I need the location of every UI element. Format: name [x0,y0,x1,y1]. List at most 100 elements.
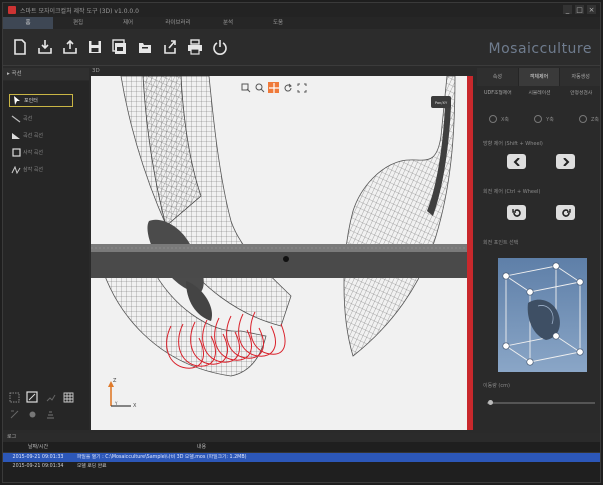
tool-square[interactable]: 사각 곡선 [9,146,73,159]
subtab-stability[interactable]: 안정성검사 [560,88,600,100]
zoom-box-icon[interactable] [240,82,251,93]
3d-scene[interactable]: Pan/XY Z X Y [91,76,473,430]
fit-icon[interactable] [296,82,307,93]
log-row[interactable]: 2015-09-21 09:01:33 파일을 열기 : C:\Mosaiccu… [3,453,600,462]
tool-label: 삼각 곡선 [23,167,43,173]
toolbar: Mosaicculture [3,29,600,66]
tool-triangle[interactable]: 곡선 곡선 [9,129,73,142]
radio-icon [578,115,587,123]
new-file-icon[interactable] [11,38,29,56]
dotted-square-icon[interactable] [7,390,21,404]
3d-viewport[interactable]: Pan/XY Z X Y [91,76,473,430]
rotate-control-label: 회전 제어 (Ctrl + Wheel) [483,189,541,195]
right-panel-tabs: 속성 객체제어 자동생성 [477,68,600,86]
left-panel: 포인터 곡선 곡선 곡선 사각 곡선 삼각 곡선 [3,81,89,430]
group-icon[interactable] [25,407,39,421]
rotate-cw-button[interactable] [556,205,575,220]
node-edit-icon[interactable] [25,390,39,404]
print-icon[interactable] [186,38,204,56]
menu-library[interactable]: 라이브러리 [153,17,203,29]
move-right-button[interactable] [556,154,575,169]
tool-arc[interactable]: 삼각 곡선 [9,163,73,176]
line-icon [9,115,23,123]
slider-knob[interactable] [488,400,493,405]
svg-text:Y: Y [114,401,118,406]
ground-bar [91,252,473,278]
mirror-icon[interactable] [7,407,21,421]
right-panel: 속성 객체제어 자동생성 UDF조형제어 시뮬레이션 안정성검사 X축 Y축 Z… [477,68,600,430]
pan-icon[interactable] [268,82,279,93]
log-row[interactable]: 2015-09-21 09:01:34 모델 로딩 완료 [3,462,600,471]
pointer-icon [10,96,24,105]
scale-label: 이동량 (cm) [483,383,510,389]
log-time: 2015-09-21 09:01:34 [12,464,64,469]
cube-corner-handle [552,262,560,270]
open-folder-icon[interactable] [136,38,154,56]
chevron-left-icon [513,157,520,166]
tool-label: 사각 곡선 [23,150,43,156]
viewport-label: 3D [92,68,100,74]
log-col-time[interactable]: 날짜/시간 [3,442,73,452]
grid-icon[interactable] [61,390,75,404]
viewport-toolbar [240,82,307,93]
close-button[interactable]: × [587,5,596,14]
export-icon[interactable] [61,38,79,56]
zoom-icon[interactable] [254,82,265,93]
log-text: 파일을 열기 : C:\Mosaicculture\Sample\나비 3D 모… [77,455,247,460]
save-icon[interactable] [86,38,104,56]
menu-home[interactable]: 홈 [3,17,53,29]
cube-corner-handle [576,278,584,286]
svg-text:Z: Z [113,378,117,384]
radio-y-axis[interactable]: Y축 [534,115,554,123]
tool-pointer[interactable]: 포인터 [9,94,73,107]
save-as-icon[interactable] [111,38,129,56]
tab-object-control[interactable]: 객체제어 [518,68,561,86]
cube-corner-handle [552,332,560,340]
minimize-button[interactable]: _ [563,5,572,14]
app-logo-icon [8,6,16,14]
cube-corner-handle [502,272,510,280]
right-panel-subtabs: UDF조형제어 시뮬레이션 안정성검사 [477,88,600,100]
log-col-content[interactable]: 내용 [73,442,330,452]
tab-properties[interactable]: 속성 [477,68,519,86]
svg-text:X: X [133,403,137,409]
window-title: 스마트 모자이크컬처 제작 도구 (3D) v1.0.0.0 [20,7,139,15]
subtab-udf[interactable]: UDF조형제어 [477,88,519,100]
tool-label: 곡선 [23,116,33,122]
cube-corner-handle [526,288,534,296]
align-icon[interactable] [43,407,57,421]
radio-z-axis[interactable]: Z축 [578,115,599,123]
cube-corner-handle [576,348,584,356]
radio-x-axis[interactable]: X축 [489,115,509,123]
transform-icon[interactable] [43,390,57,404]
menu-control[interactable]: 제어 [103,17,153,29]
import-icon[interactable] [36,38,54,56]
subtab-simulation[interactable]: 시뮬레이션 [519,88,561,100]
arc-icon [9,165,23,174]
menu-analysis[interactable]: 분석 [203,17,253,29]
share-icon[interactable] [161,38,179,56]
move-left-button[interactable] [507,154,526,169]
power-icon[interactable] [211,38,229,56]
scale-slider[interactable] [487,400,595,405]
tool-label: 곡선 곡선 [23,133,43,139]
move-control-label: 방향 제어 (Shift + Wheel) [483,141,543,147]
rotate-cw-icon [561,208,571,217]
radio-icon [489,115,497,123]
rotate-icon[interactable] [282,82,293,93]
rotate-ccw-icon [511,208,521,217]
right-wing-mesh[interactable] [343,76,456,357]
menu-bar: 홈 편집 제어 라이브러리 분석 도움 [3,17,600,29]
tool-label: 포인터 [24,98,38,104]
rotate-ccw-button[interactable] [507,205,526,220]
view-cube[interactable] [498,258,587,372]
tab-auto-generate[interactable]: 자동생성 [560,68,600,86]
menu-help[interactable]: 도움 [253,17,303,29]
view-point-label: 회전 포인트 선택 [483,240,519,246]
title-bar: 스마트 모자이크컬처 제작 도구 (3D) v1.0.0.0 _ □ × [3,3,600,17]
maximize-button[interactable]: □ [575,5,584,14]
tool-line[interactable]: 곡선 [9,112,73,125]
menu-edit[interactable]: 편집 [53,17,103,29]
log-columns: 날짜/시간 내용 [3,442,600,453]
pan-handle-label: Pan/XY [435,101,448,105]
